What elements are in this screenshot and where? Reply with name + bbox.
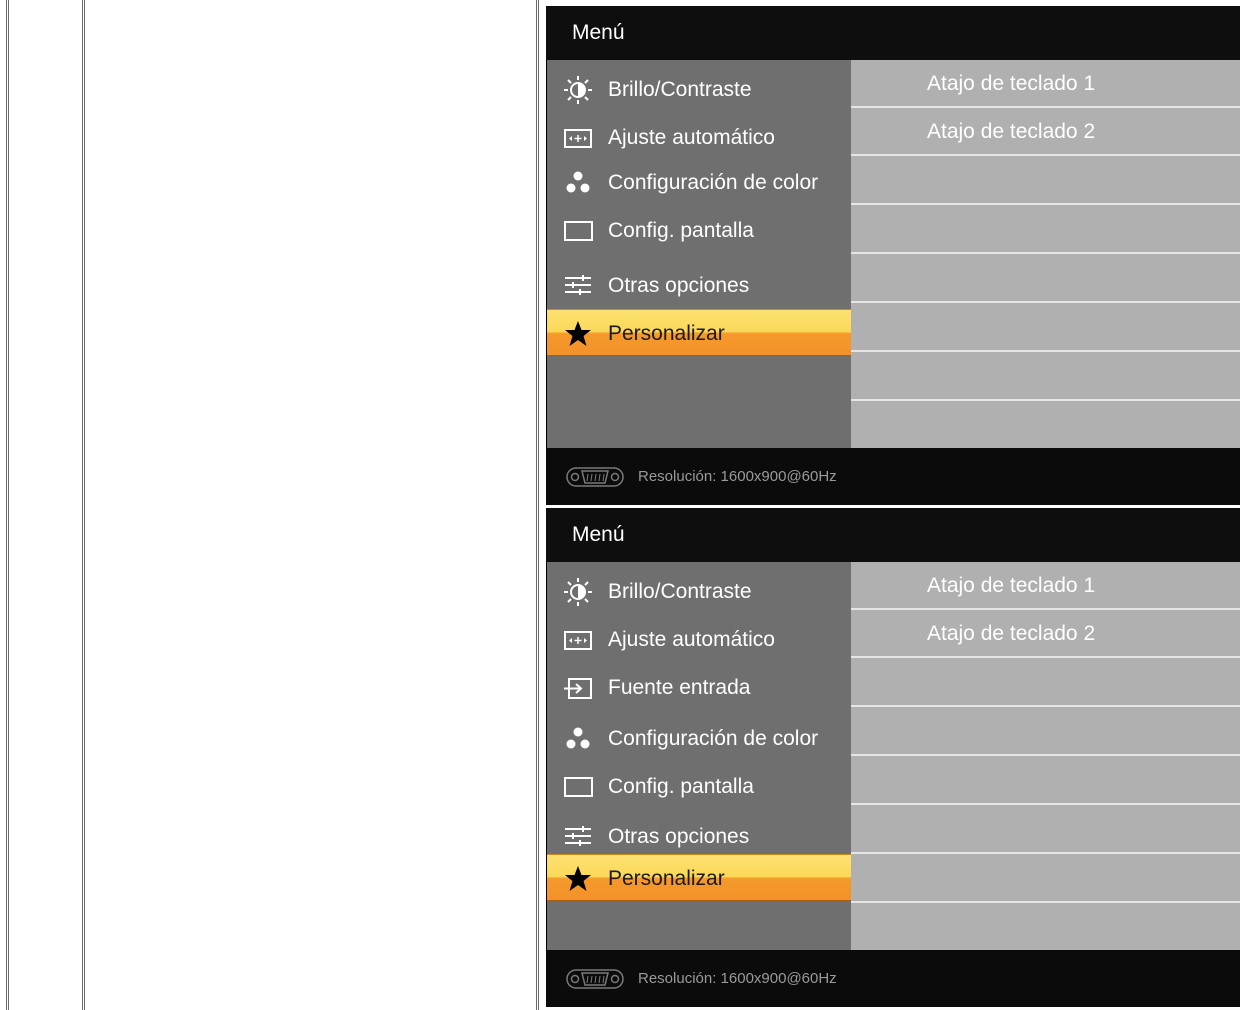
submenu-row-empty — [851, 353, 1240, 401]
menu-item-label: Ajuste automático — [608, 126, 775, 149]
osd-header: Menú — [546, 6, 1240, 60]
menu-item-brillo-contraste[interactable]: Brillo/Contraste — [547, 66, 851, 113]
submenu-row-atajo-1[interactable]: Atajo de teclado 1 — [851, 60, 1240, 108]
vga-connector-icon — [566, 969, 624, 989]
menu-item-label: Fuente entrada — [608, 676, 751, 699]
submenu-panel: Atajo de teclado 1 Atajo de teclado 2 — [851, 60, 1240, 448]
resolution-text: Resolución: 1600x900@60Hz — [638, 468, 837, 485]
submenu-row-atajo-2[interactable]: Atajo de teclado 2 — [851, 108, 1240, 156]
input-source-icon — [564, 678, 592, 699]
submenu-label: Atajo de teclado 1 — [927, 574, 1096, 597]
brightness-icon — [564, 76, 592, 104]
sliders-icon — [565, 275, 591, 295]
menu-item-label: Configuración de color — [608, 727, 819, 750]
color-dots-icon — [566, 171, 590, 193]
main-menu: Brillo/Contraste Ajuste automático Confi… — [547, 60, 851, 448]
submenu-row-empty — [851, 206, 1240, 254]
menu-item-label: Brillo/Contraste — [608, 580, 752, 603]
menu-item-label: Brillo/Contraste — [608, 78, 752, 101]
osd-footer: Resolución: 1600x900@60Hz — [546, 950, 1240, 1007]
osd-menu-screenshot-1: Menú Brillo/Contraste Ajuste automático … — [546, 6, 1240, 505]
sliders-icon — [565, 826, 591, 846]
submenu-row-empty — [851, 255, 1240, 303]
star-icon — [565, 321, 591, 346]
menu-item-fuente-entrada[interactable]: Fuente entrada — [547, 664, 851, 711]
menu-item-label: Personalizar — [608, 867, 725, 890]
table-border-right — [536, 0, 539, 1010]
osd-title: Menú — [572, 523, 625, 546]
submenu-label: Atajo de teclado 2 — [927, 622, 1096, 645]
osd-menu-screenshot-2: Menú Brillo/Contraste Ajuste automático … — [546, 508, 1240, 1007]
submenu-row-empty — [851, 304, 1240, 352]
star-icon — [565, 866, 591, 891]
osd-title: Menú — [572, 21, 625, 44]
menu-item-configuracion-color[interactable]: Configuración de color — [547, 159, 851, 206]
menu-item-label: Personalizar — [608, 322, 725, 345]
menu-item-label: Configuración de color — [608, 171, 819, 194]
table-border-left — [6, 0, 9, 1010]
auto-adjust-icon — [564, 129, 592, 148]
main-menu: Brillo/Contraste Ajuste automático Fuent… — [547, 562, 851, 950]
brightness-icon — [564, 578, 592, 606]
color-dots-icon — [566, 727, 590, 749]
submenu-row-empty — [851, 708, 1240, 756]
menu-item-label: Config. pantalla — [608, 219, 754, 242]
table-border-mid — [82, 0, 85, 1010]
submenu-row-atajo-2[interactable]: Atajo de teclado 2 — [851, 610, 1240, 658]
submenu-row-empty — [851, 402, 1240, 448]
menu-item-config-pantalla[interactable]: Config. pantalla — [547, 763, 851, 810]
vga-connector-icon — [566, 467, 624, 487]
display-rect-icon — [564, 221, 593, 241]
submenu-row-atajo-1[interactable]: Atajo de teclado 1 — [851, 562, 1240, 610]
submenu-row-empty — [851, 855, 1240, 903]
submenu-row-empty — [851, 157, 1240, 205]
menu-item-ajuste-automatico[interactable]: Ajuste automático — [547, 114, 851, 161]
menu-item-personalizar[interactable]: Personalizar — [547, 854, 851, 901]
menu-item-config-pantalla[interactable]: Config. pantalla — [547, 207, 851, 254]
submenu-row-empty — [851, 904, 1240, 950]
resolution-text: Resolución: 1600x900@60Hz — [638, 970, 837, 987]
menu-item-otras-opciones[interactable]: Otras opciones — [547, 262, 851, 309]
auto-adjust-icon — [564, 631, 592, 650]
submenu-panel: Atajo de teclado 1 Atajo de teclado 2 — [851, 562, 1240, 950]
menu-item-label: Config. pantalla — [608, 775, 754, 798]
osd-header: Menú — [546, 508, 1240, 562]
osd-footer: Resolución: 1600x900@60Hz — [546, 448, 1240, 505]
menu-item-ajuste-automatico[interactable]: Ajuste automático — [547, 616, 851, 663]
menu-item-label: Otras opciones — [608, 825, 750, 848]
menu-item-label: Otras opciones — [608, 274, 750, 297]
submenu-row-empty — [851, 757, 1240, 805]
menu-item-label: Ajuste automático — [608, 628, 775, 651]
submenu-row-empty — [851, 806, 1240, 854]
menu-item-otras-opciones[interactable]: Otras opciones — [547, 813, 851, 860]
menu-item-personalizar[interactable]: Personalizar — [547, 309, 851, 356]
submenu-label: Atajo de teclado 1 — [927, 72, 1096, 95]
submenu-label: Atajo de teclado 2 — [927, 120, 1096, 143]
menu-item-brillo-contraste[interactable]: Brillo/Contraste — [547, 568, 851, 615]
menu-item-configuracion-color[interactable]: Configuración de color — [547, 715, 851, 762]
display-rect-icon — [564, 777, 593, 797]
submenu-row-empty — [851, 659, 1240, 707]
